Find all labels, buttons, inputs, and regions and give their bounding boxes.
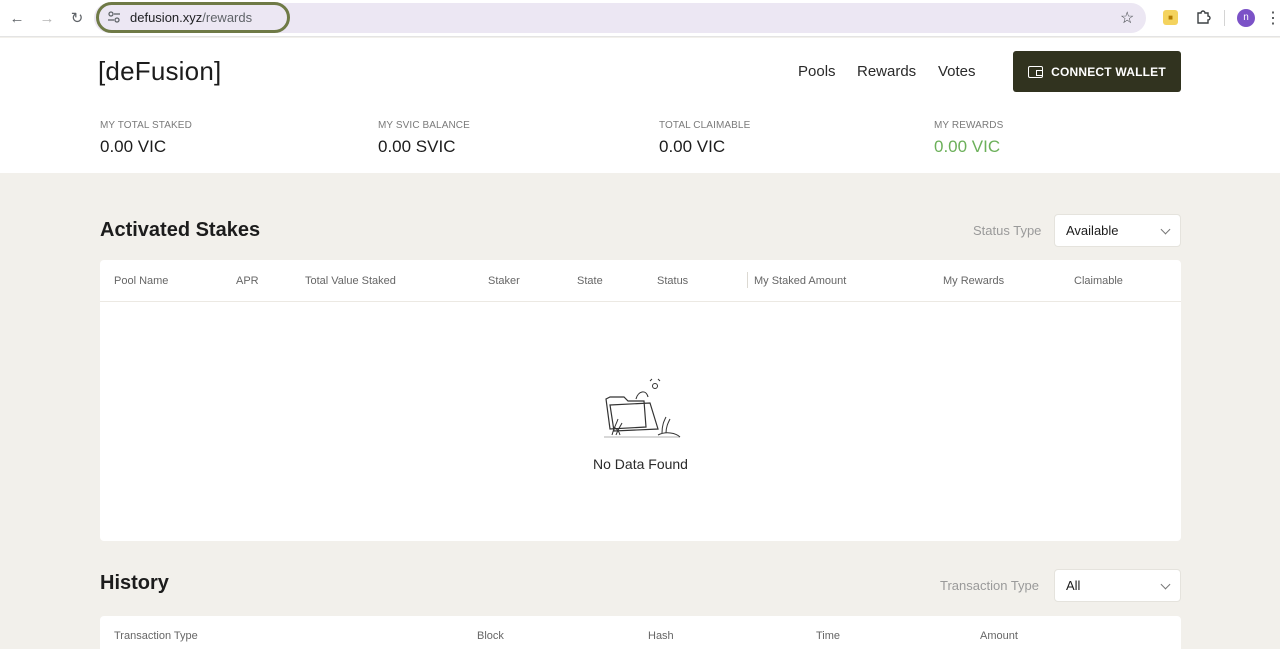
stat-value: 0.00 SVIC — [378, 137, 456, 156]
stat-my-rewards: MY REWARDS 0.00 VIC — [934, 120, 1003, 157]
transaction-type-select[interactable]: All — [1054, 569, 1181, 602]
column-header[interactable]: Claimable — [1074, 275, 1123, 287]
wallet-icon — [1028, 65, 1044, 78]
chevron-down-icon — [1160, 579, 1171, 590]
site-logo[interactable]: [deFusion] — [98, 56, 221, 87]
connect-wallet-button[interactable]: CONNECT WALLET — [1013, 51, 1181, 92]
transaction-type-label: Transaction Type — [940, 578, 1039, 593]
column-header[interactable]: Amount — [980, 630, 1018, 642]
history-table: Transaction Type Block Hash Time Amount — [100, 616, 1181, 649]
column-header[interactable]: Block — [477, 630, 504, 642]
bookmark-star-icon[interactable]: ☆ — [1120, 8, 1134, 28]
stat-value: 0.00 VIC — [100, 137, 167, 156]
stat-label: TOTAL CLAIMABLE — [659, 120, 751, 131]
reload-icon[interactable]: ↻ — [67, 8, 87, 28]
menu-kebab-icon[interactable]: ⋮ — [1265, 8, 1280, 28]
toolbar-divider — [1224, 10, 1225, 26]
column-header[interactable]: APR — [236, 275, 259, 287]
back-arrow-icon[interactable]: ← — [7, 8, 27, 28]
column-header[interactable]: State — [577, 275, 603, 287]
url-path: /rewards — [202, 10, 253, 25]
extension-icon[interactable]: ■ — [1163, 10, 1178, 25]
extensions-puzzle-icon[interactable] — [1194, 8, 1212, 26]
stat-label: MY SVIC BALANCE — [378, 120, 470, 131]
stat-total-staked: MY TOTAL STAKED 0.00 VIC — [100, 120, 192, 157]
nav-pools[interactable]: Pools — [798, 63, 836, 80]
empty-folder-icon — [604, 378, 681, 438]
column-header[interactable]: My Staked Amount — [754, 275, 846, 287]
site-header: [deFusion] Pools Rewards Votes CONNECT W… — [0, 38, 1280, 173]
column-header[interactable]: Time — [816, 630, 840, 642]
stat-label: MY REWARDS — [934, 120, 1004, 131]
column-header[interactable]: Hash — [648, 630, 674, 642]
status-type-value: Available — [1066, 223, 1119, 238]
column-separator — [747, 272, 748, 288]
empty-state-text: No Data Found — [593, 456, 688, 472]
chevron-down-icon — [1160, 224, 1171, 235]
transaction-type-value: All — [1066, 578, 1081, 593]
nav-rewards[interactable]: Rewards — [857, 63, 916, 80]
column-header[interactable]: Total Value Staked — [305, 275, 396, 287]
url-text[interactable]: defusion.xyz/rewards — [130, 10, 252, 25]
stat-svic-balance: MY SVIC BALANCE 0.00 SVIC — [378, 120, 470, 157]
profile-avatar[interactable]: n — [1237, 9, 1255, 27]
stat-total-claimable: TOTAL CLAIMABLE 0.00 VIC — [659, 120, 750, 157]
column-header[interactable]: Pool Name — [114, 275, 168, 287]
stakes-section-title: Activated Stakes — [100, 219, 261, 241]
column-header[interactable]: Status — [657, 275, 688, 287]
nav-votes[interactable]: Votes — [938, 63, 976, 80]
column-header[interactable]: Staker — [488, 275, 520, 287]
site-settings-icon[interactable] — [107, 10, 121, 24]
stat-label: MY TOTAL STAKED — [100, 120, 192, 131]
status-type-label: Status Type — [973, 223, 1042, 238]
column-header[interactable]: My Rewards — [943, 275, 1004, 287]
browser-toolbar: ← → ↻ defusion.xyz/rewards ☆ ■ n ⋮ — [0, 0, 1280, 37]
history-section-title: History — [100, 572, 169, 594]
url-domain: defusion.xyz — [130, 10, 203, 25]
table-header-divider — [100, 301, 1181, 302]
stat-value: 0.00 VIC — [934, 137, 1001, 156]
stakes-table: Pool Name APR Total Value Staked Staker … — [100, 260, 1181, 541]
forward-arrow-icon[interactable]: → — [37, 8, 57, 28]
connect-wallet-label: CONNECT WALLET — [1051, 64, 1166, 79]
column-header[interactable]: Transaction Type — [114, 630, 198, 642]
status-type-select[interactable]: Available — [1054, 214, 1181, 247]
stat-value: 0.00 VIC — [659, 137, 726, 156]
